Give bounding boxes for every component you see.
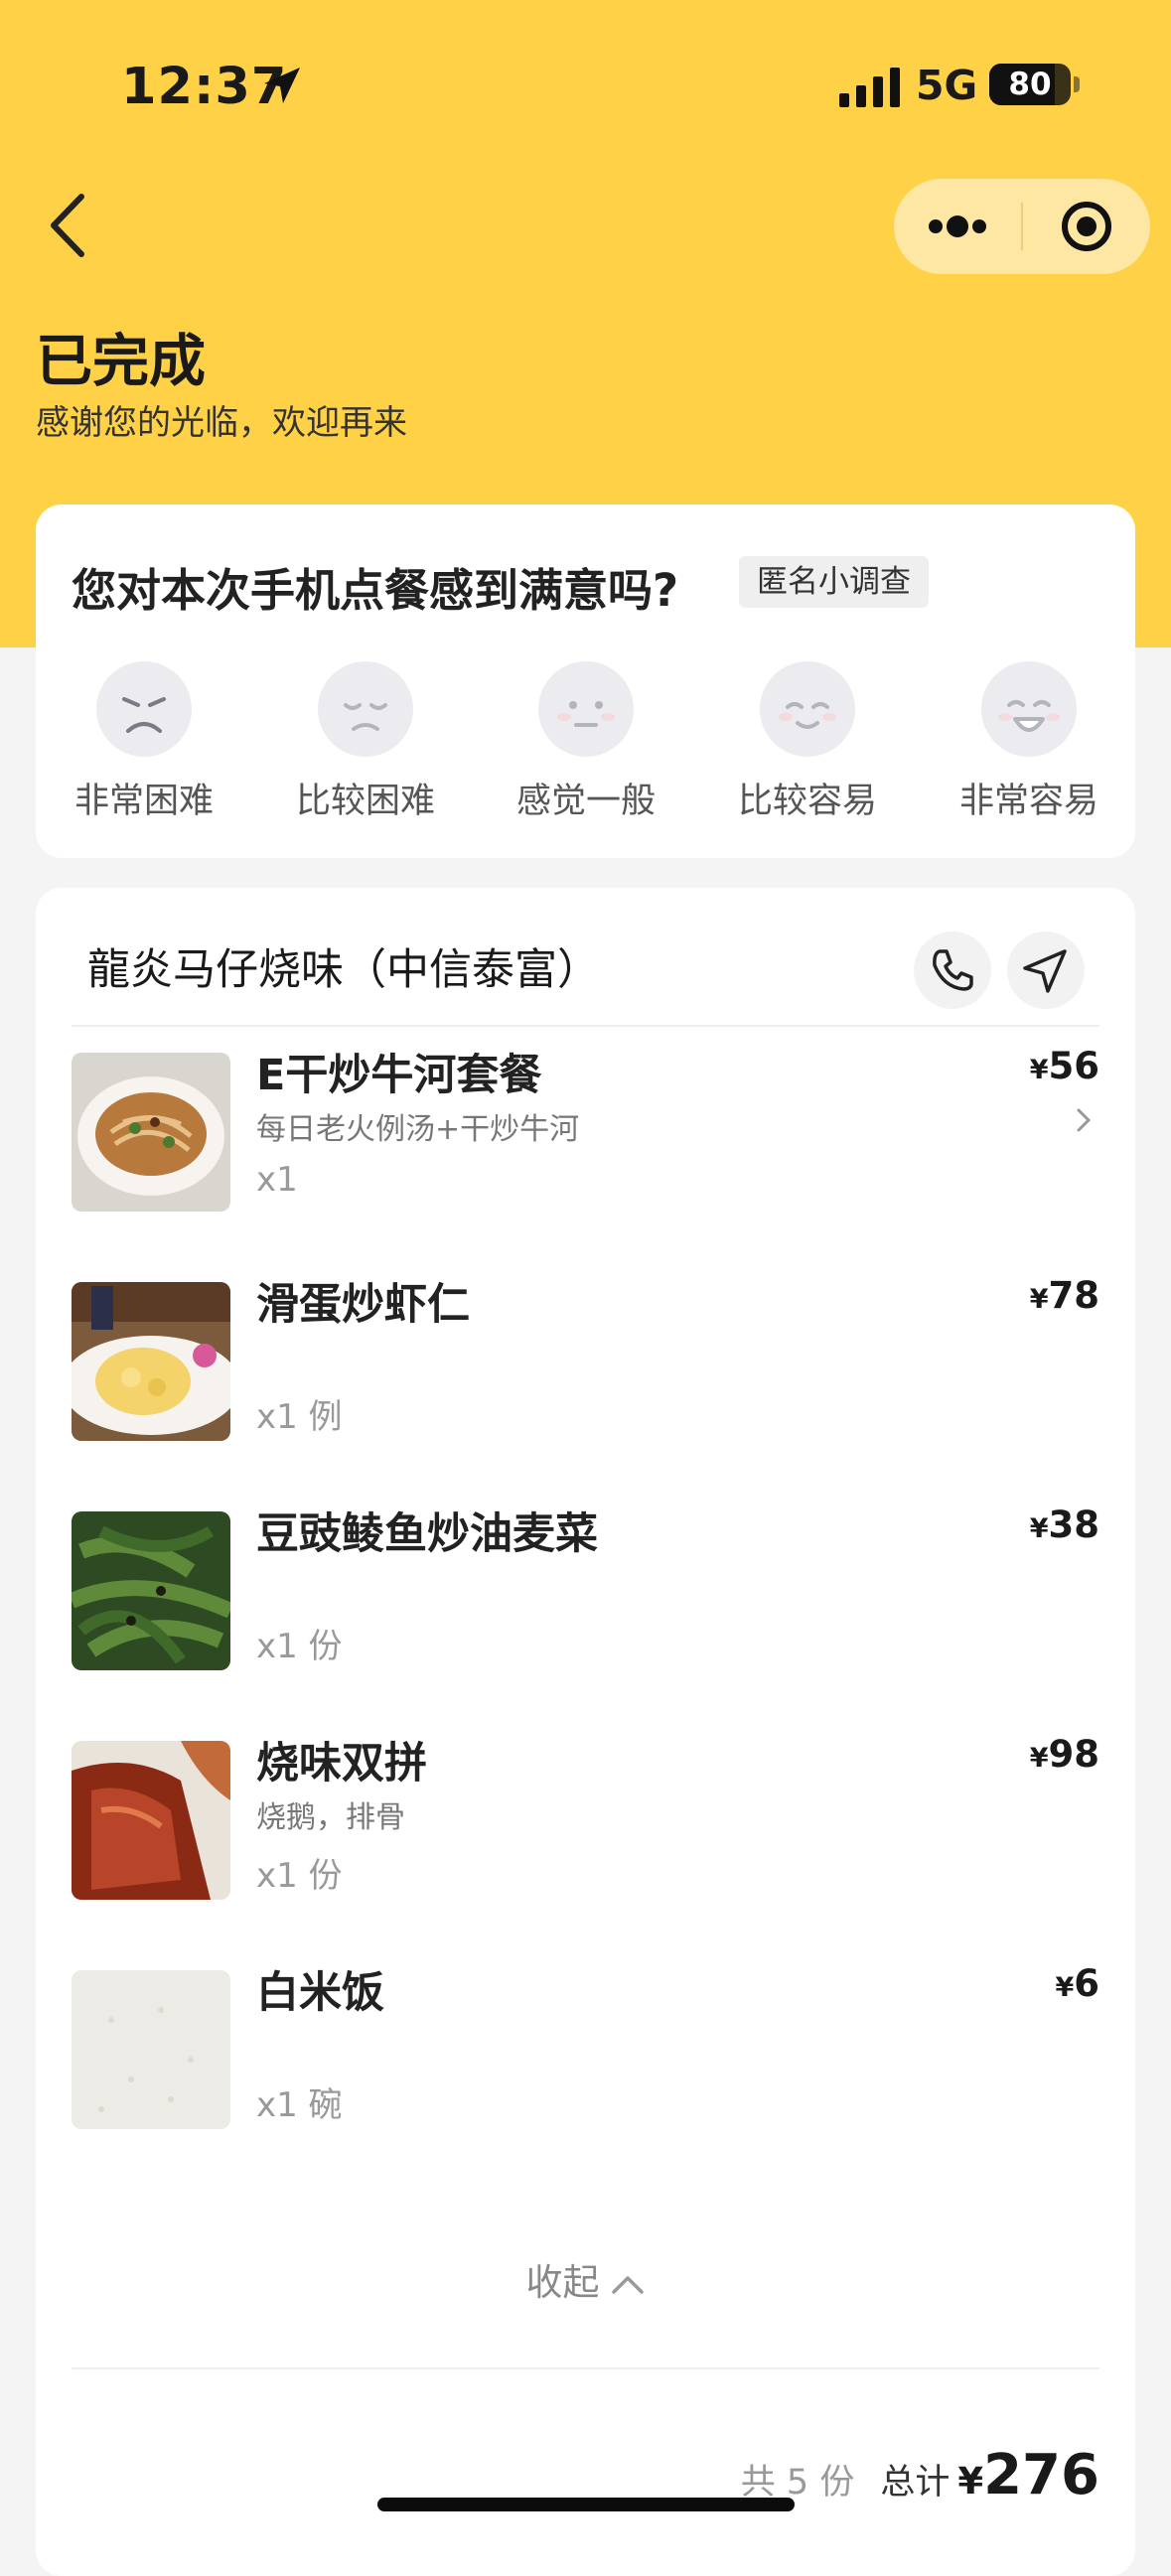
item-qty: x1 碗	[256, 2085, 343, 2125]
navigate-button[interactable]	[1007, 931, 1085, 1009]
page-subtitle: 感谢您的光临，欢迎再来	[36, 403, 407, 443]
item-qty: x1 份	[256, 1627, 343, 1666]
laugh-face-icon	[981, 661, 1077, 757]
item-price: ¥38	[1030, 1503, 1099, 1546]
item-image-beef-noodles	[72, 1053, 230, 1212]
item-name: E干炒牛河套餐	[256, 1051, 542, 1100]
battery-percent: 80	[1008, 67, 1052, 102]
item-image-shrimp-egg	[72, 1282, 230, 1441]
smile-face-icon	[760, 661, 855, 757]
battery-cap	[1074, 76, 1080, 92]
target-icon[interactable]	[1023, 179, 1150, 274]
location-arrow-icon	[264, 68, 300, 103]
total-amount: 276	[983, 2443, 1099, 2507]
survey-card: 您对本次手机点餐感到满意吗? 匿名小调查 非常困难 比较困难 感觉一般 比较容易…	[36, 504, 1135, 858]
item-image-greens	[72, 1511, 230, 1670]
collapse-label: 收起	[525, 2261, 600, 2304]
item-price: ¥56	[1030, 1045, 1099, 1087]
order-card: 龍炎马仔烧味（中信泰富） E干炒牛河套餐 每日老火例汤+干炒牛河 x1 ¥56 …	[36, 888, 1135, 2576]
neutral-face-icon	[538, 661, 634, 757]
item-desc: 烧鹅，排骨	[256, 1800, 405, 1835]
rating-option-5[interactable]: 非常容易	[945, 661, 1113, 823]
angry-face-icon	[96, 661, 192, 757]
status-bar: 12:37 5G 80	[0, 0, 1171, 169]
item-price-value: 78	[1048, 1274, 1100, 1317]
item-image-roast-meat	[72, 1741, 230, 1900]
item-name: 烧味双拼	[256, 1739, 427, 1789]
currency-symbol: ¥	[1029, 1513, 1049, 1544]
chevron-right-icon[interactable]	[1074, 1102, 1094, 1138]
collapse-button[interactable]: 收起	[36, 2252, 1135, 2306]
item-name: 豆豉鲮鱼炒油麦菜	[256, 1509, 598, 1559]
item-price-value: 38	[1048, 1503, 1100, 1546]
rating-option-4[interactable]: 比较容易	[723, 661, 892, 823]
rating-label: 非常容易	[958, 782, 1098, 821]
rating-option-2[interactable]: 比较困难	[281, 661, 450, 823]
survey-tag: 匿名小调查	[739, 556, 929, 608]
item-price-value: 56	[1048, 1045, 1100, 1087]
currency-symbol: ¥	[1029, 1055, 1049, 1085]
total-label: 总计	[880, 2463, 951, 2503]
item-name: 滑蛋炒虾仁	[256, 1280, 470, 1330]
item-price: ¥78	[1030, 1274, 1099, 1317]
total-currency: ¥	[957, 2460, 984, 2503]
order-item[interactable]: 白米饭 x1 碗 ¥6	[72, 1940, 1099, 2129]
order-item[interactable]: 豆豉鲮鱼炒油麦菜 x1 份 ¥38	[72, 1482, 1099, 1670]
order-item[interactable]: 烧味双拼 烧鹅，排骨 x1 份 ¥98	[72, 1711, 1099, 1900]
rating-label: 比较容易	[737, 782, 877, 821]
item-qty: x1 例	[256, 1397, 343, 1437]
currency-symbol: ¥	[1029, 1743, 1049, 1774]
item-image-rice	[72, 1970, 230, 2129]
order-item[interactable]: 滑蛋炒虾仁 x1 例 ¥78	[72, 1252, 1099, 1441]
shop-name[interactable]: 龍炎马仔烧味（中信泰富）	[87, 935, 600, 997]
back-chevron-icon[interactable]	[40, 189, 99, 262]
rating-option-1[interactable]: 非常困难	[60, 661, 228, 823]
summary-divider	[72, 2367, 1099, 2369]
currency-symbol: ¥	[1055, 1972, 1075, 2003]
mini-program-capsule	[894, 179, 1150, 274]
navigate-icon	[1023, 949, 1067, 993]
network-type: 5G	[916, 62, 978, 109]
rating-label: 感觉一般	[515, 782, 656, 821]
page-title: 已完成	[36, 329, 206, 394]
item-price-value: 6	[1074, 1962, 1099, 2005]
rating-label: 比较困难	[295, 782, 435, 821]
signal-icon	[839, 68, 900, 107]
rating-option-3[interactable]: 感觉一般	[502, 661, 670, 823]
item-price: ¥6	[1055, 1962, 1099, 2005]
chevron-up-icon	[611, 2275, 644, 2294]
item-name: 白米饭	[256, 1968, 384, 2018]
call-button[interactable]	[914, 931, 991, 1009]
item-qty: x1	[256, 1160, 298, 1200]
item-qty: x1 份	[256, 1856, 343, 1896]
order-item[interactable]: E干炒牛河套餐 每日老火例汤+干炒牛河 x1 ¥56	[72, 1023, 1099, 1212]
sad-face-icon	[318, 661, 413, 757]
survey-question: 您对本次手机点餐感到满意吗?	[72, 564, 679, 617]
item-price: ¥98	[1030, 1733, 1099, 1776]
rating-label: 非常困难	[73, 782, 214, 821]
phone-icon	[933, 949, 973, 991]
currency-symbol: ¥	[1029, 1284, 1049, 1315]
item-price-value: 98	[1048, 1733, 1100, 1776]
item-desc: 每日老火例汤+干炒牛河	[256, 1112, 580, 1147]
battery-indicator: 80	[989, 64, 1071, 105]
more-icon[interactable]	[894, 179, 1021, 274]
home-indicator	[377, 2498, 795, 2511]
order-summary: 共 5 份总计 ¥276	[741, 2443, 1099, 2507]
item-count: 共 5 份	[740, 2463, 855, 2503]
